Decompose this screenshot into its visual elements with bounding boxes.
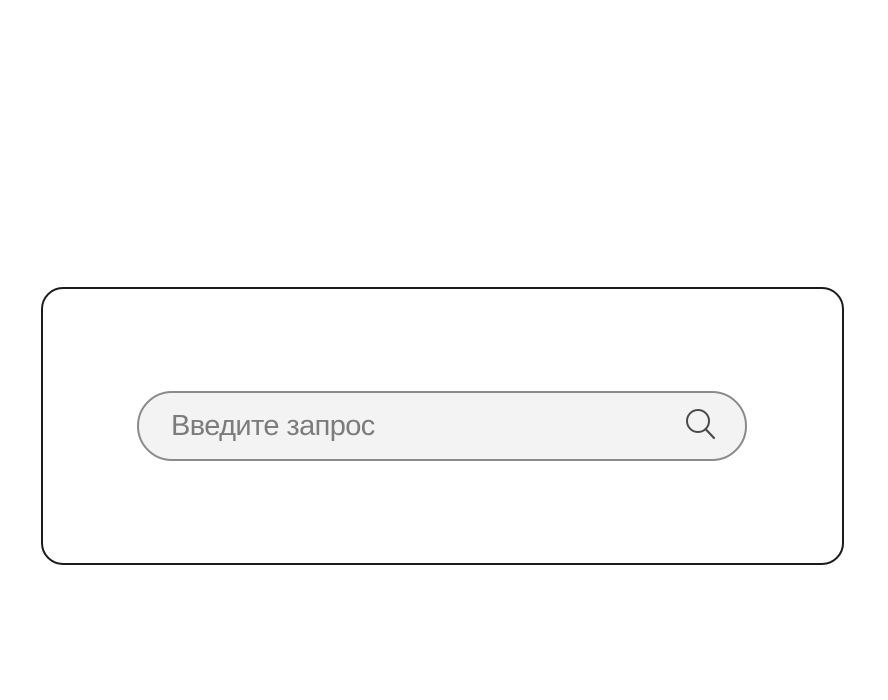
page bbox=[0, 0, 888, 700]
search-bar[interactable] bbox=[137, 391, 747, 461]
search-icon bbox=[681, 405, 721, 448]
search-button[interactable] bbox=[679, 404, 723, 448]
search-input[interactable] bbox=[171, 406, 679, 446]
